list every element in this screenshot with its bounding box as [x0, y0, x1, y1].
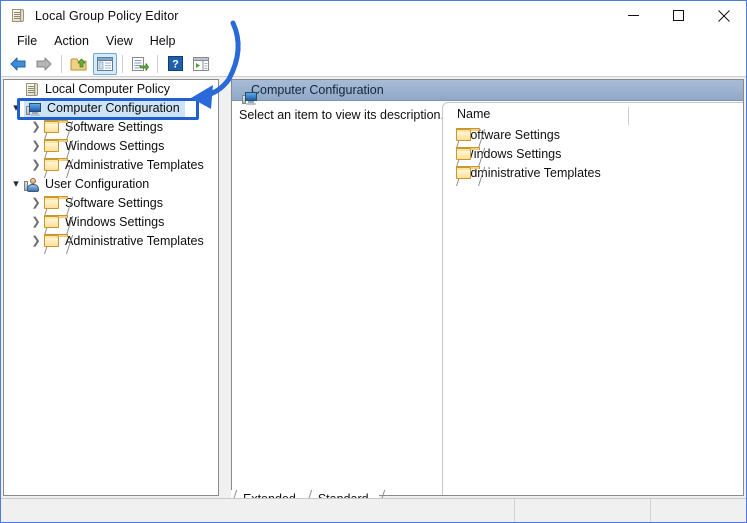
tree-item-user-configuration[interactable]: ▾ User Configuration: [4, 175, 218, 194]
export-list-button[interactable]: [128, 53, 152, 75]
details-header-title: Computer Configuration: [251, 83, 384, 97]
tree-item-user-windows-settings[interactable]: ❯ Windows Settings: [4, 213, 218, 232]
list-item[interactable]: Administrative Templates: [443, 163, 743, 182]
toolbar-separator: [122, 54, 123, 73]
action-pane-icon: [193, 56, 209, 71]
tree-expander-placeholder: [8, 80, 24, 99]
tree-item-user-administrative-templates[interactable]: ❯ Administrative Templates: [4, 232, 218, 251]
help-button[interactable]: ?: [163, 53, 187, 75]
folder-icon: [44, 214, 68, 231]
menu-view[interactable]: View: [98, 32, 142, 50]
close-button[interactable]: [701, 1, 746, 30]
folder-icon: [44, 157, 68, 174]
menu-action[interactable]: Action: [46, 32, 98, 50]
computer-icon: [26, 101, 42, 117]
minimize-icon: [628, 15, 639, 16]
chevron-right-icon[interactable]: ❯: [28, 137, 44, 156]
folder-icon: [456, 165, 480, 180]
tree-item-computer-configuration[interactable]: ▾ Computer Configuration: [4, 98, 218, 119]
list-column-header[interactable]: Name: [443, 103, 743, 125]
tree-item-label: Software Settings: [65, 196, 163, 210]
chevron-right-icon[interactable]: ❯: [28, 194, 44, 213]
chevron-right-icon[interactable]: ❯: [28, 232, 44, 251]
column-divider[interactable]: [628, 107, 629, 125]
console-tree-icon: [97, 56, 113, 71]
toolbar-separator: [61, 54, 62, 73]
tree-item-label: Windows Settings: [65, 139, 165, 153]
status-bar: [1, 498, 746, 522]
maximize-button[interactable]: [656, 1, 701, 30]
details-header: Computer Configuration: [232, 80, 743, 105]
menu-help[interactable]: Help: [142, 32, 185, 50]
minimize-button[interactable]: [611, 1, 656, 30]
column-header-name: Name: [457, 107, 491, 121]
window-title: Local Group Policy Editor: [35, 8, 179, 23]
chevron-right-icon[interactable]: ❯: [28, 213, 44, 232]
status-cell-main: [1, 499, 514, 522]
maximize-icon: [673, 10, 684, 21]
folder-icon: [456, 127, 480, 142]
show-action-pane-button[interactable]: [189, 53, 213, 75]
tree-item-user-software-settings[interactable]: ❯ Software Settings: [4, 194, 218, 213]
chevron-right-icon[interactable]: ❯: [28, 118, 44, 137]
folder-icon: [456, 146, 480, 161]
details-description: Select an item to view its description.: [239, 108, 444, 122]
user-icon: [24, 177, 40, 193]
tree-item-label: Computer Configuration: [47, 101, 180, 115]
close-icon: [717, 9, 730, 22]
folder-icon: [44, 119, 68, 136]
policy-document-icon: [24, 82, 40, 98]
status-cell-tertiary: [650, 499, 746, 522]
tree-item-local-computer-policy[interactable]: Local Computer Policy: [4, 80, 218, 99]
items-list-panel[interactable]: Name Software Settings Windows Settings: [442, 102, 743, 495]
menu-file[interactable]: File: [9, 32, 46, 50]
up-one-level-button[interactable]: [67, 53, 91, 75]
tree-item-computer-software-settings[interactable]: ❯ Software Settings: [4, 118, 218, 137]
tree-item-label: Administrative Templates: [65, 158, 204, 172]
tree-item-computer-windows-settings[interactable]: ❯ Windows Settings: [4, 137, 218, 156]
forward-arrow-icon: [36, 57, 52, 70]
question-mark-icon: ?: [167, 56, 183, 71]
toolbar: ?: [1, 51, 746, 77]
window-controls: [611, 1, 746, 30]
tree-item-label: User Configuration: [45, 177, 150, 191]
policy-document-icon: [10, 8, 26, 24]
back-arrow-icon: [10, 57, 26, 70]
folder-icon: [44, 195, 68, 212]
chevron-down-icon[interactable]: ▾: [8, 99, 24, 118]
svg-text:?: ?: [172, 59, 179, 71]
export-list-icon: [132, 56, 149, 71]
forward-button[interactable]: [32, 53, 56, 75]
list-item[interactable]: Software Settings: [443, 125, 743, 144]
details-pane: Computer Configuration Select an item to…: [231, 79, 744, 496]
status-cell-secondary: [514, 499, 650, 522]
back-button[interactable]: [6, 53, 30, 75]
main-body: Local Computer Policy ▾ Computer Configu…: [1, 77, 746, 509]
folder-icon: [44, 233, 68, 250]
tree-item-label: Administrative Templates: [65, 234, 204, 248]
chevron-right-icon[interactable]: ❯: [28, 156, 44, 175]
list-item[interactable]: Windows Settings: [443, 144, 743, 163]
folder-icon: [44, 138, 68, 155]
tree-item-computer-administrative-templates[interactable]: ❯ Administrative Templates: [4, 156, 218, 175]
toolbar-separator: [157, 54, 158, 73]
local-group-policy-editor-window: Local Group Policy Editor File Action Vi…: [0, 0, 747, 523]
tree-item-label: Software Settings: [65, 120, 163, 134]
tree-item-label: Windows Settings: [65, 215, 165, 229]
console-tree-pane[interactable]: Local Computer Policy ▾ Computer Configu…: [3, 79, 219, 496]
folder-up-icon: [70, 58, 87, 70]
chevron-down-icon[interactable]: ▾: [8, 175, 24, 194]
menu-bar: File Action View Help: [1, 30, 746, 51]
show-hide-tree-button[interactable]: [93, 52, 117, 75]
tree-item-label: Local Computer Policy: [45, 82, 171, 96]
title-bar: Local Group Policy Editor: [1, 1, 746, 30]
